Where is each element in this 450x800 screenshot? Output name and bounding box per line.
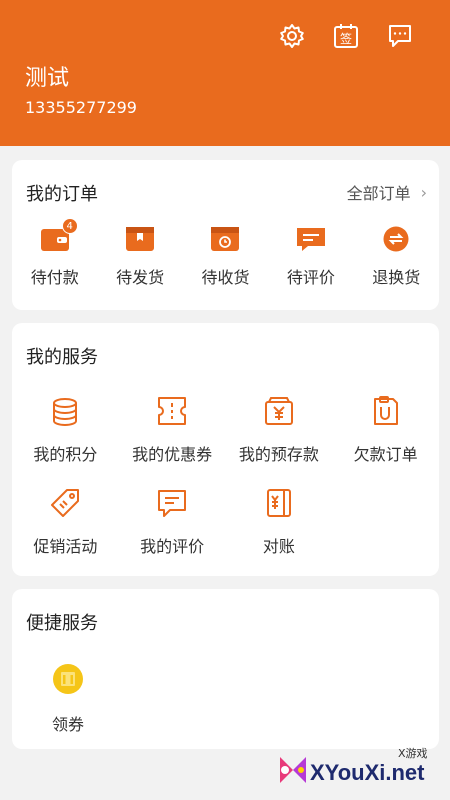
service-label: 对账 (262, 537, 295, 556)
ledger-icon (263, 487, 295, 523)
message-icon[interactable] (386, 22, 414, 50)
order-item-label: 待评价 (286, 268, 335, 287)
watermark-site-name: XYouXi.net (310, 760, 425, 785)
exchange-icon (381, 226, 411, 252)
all-orders-link[interactable]: 全部订单 › (347, 180, 427, 204)
service-debt-orders[interactable]: 欠款订单 (332, 395, 439, 487)
order-item-label: 退换货 (372, 268, 421, 287)
pending-payment-badge: 4 (61, 218, 78, 234)
service-label: 我的优惠券 (132, 445, 213, 464)
services-grid: 我的积分 我的优惠券 我的预存款 欠款订单 促销活动 我的评价 对账 (12, 395, 439, 579)
comment-icon (296, 226, 326, 252)
quick-services-card: 便捷服务 领券 (12, 589, 439, 749)
tag-icon (49, 487, 81, 523)
watermark-small-text: X游戏 (398, 747, 428, 760)
get-coupon-icon (52, 663, 84, 699)
service-my-reviews[interactable]: 我的评价 (119, 487, 226, 579)
order-status-row: 4 待付款 待发货 待收货 待评价 退换货 (12, 218, 439, 288)
service-promotions[interactable]: 促销活动 (12, 487, 119, 579)
user-phone: 13355277299 (25, 98, 137, 117)
service-deposit[interactable]: 我的预存款 (226, 395, 333, 487)
quick-title: 便捷服务 (26, 613, 98, 634)
coins-icon (49, 395, 81, 431)
order-item-label: 待收货 (201, 268, 250, 287)
deposit-icon (263, 395, 295, 431)
service-label: 欠款订单 (353, 445, 418, 464)
service-label: 我的积分 (33, 445, 98, 464)
coupon-icon (156, 395, 188, 431)
all-orders-label: 全部订单 (346, 184, 411, 203)
sign-in-calendar-icon[interactable]: 签 (332, 22, 360, 50)
delivery-box-icon (210, 226, 240, 252)
orders-title: 我的订单 (26, 184, 98, 205)
my-services-card: 我的服务 我的积分 我的优惠券 我的预存款 欠款订单 促销活动 我的评价 对账 (12, 323, 439, 576)
service-label: 促销活动 (33, 537, 98, 556)
package-icon (125, 226, 155, 252)
service-label: 我的预存款 (238, 445, 319, 464)
order-item-label: 待发货 (116, 268, 165, 287)
header-actions: 签 (278, 22, 414, 50)
order-to-review[interactable]: 待评价 (268, 226, 353, 288)
chevron-right-icon: › (420, 182, 427, 202)
order-return-exchange[interactable]: 退换货 (354, 226, 439, 288)
wallet-icon: 4 (40, 218, 78, 252)
quick-item-label: 领券 (51, 715, 84, 734)
order-to-receive[interactable]: 待收货 (183, 226, 268, 288)
order-to-ship[interactable]: 待发货 (97, 226, 182, 288)
svg-text:签: 签 (340, 31, 352, 46)
quick-get-coupon[interactable]: 领券 (40, 663, 96, 735)
settings-gear-icon[interactable] (278, 22, 306, 50)
profile-header: 签 测试 13355277299 (0, 0, 450, 146)
site-watermark: X游戏 XYouXi.net (270, 745, 440, 795)
service-label: 我的评价 (140, 537, 205, 556)
debt-order-icon (370, 395, 402, 431)
service-points[interactable]: 我的积分 (12, 395, 119, 487)
services-title: 我的服务 (26, 347, 98, 368)
order-item-label: 待付款 (30, 268, 79, 287)
service-reconciliation[interactable]: 对账 (226, 487, 333, 579)
my-orders-card: 我的订单 全部订单 › 4 待付款 待发货 待收货 待评价 退换货 (12, 160, 439, 310)
order-pending-payment[interactable]: 4 待付款 (12, 218, 97, 288)
service-coupons[interactable]: 我的优惠券 (119, 395, 226, 487)
review-icon (156, 487, 188, 523)
user-name: 测试 (25, 66, 70, 91)
